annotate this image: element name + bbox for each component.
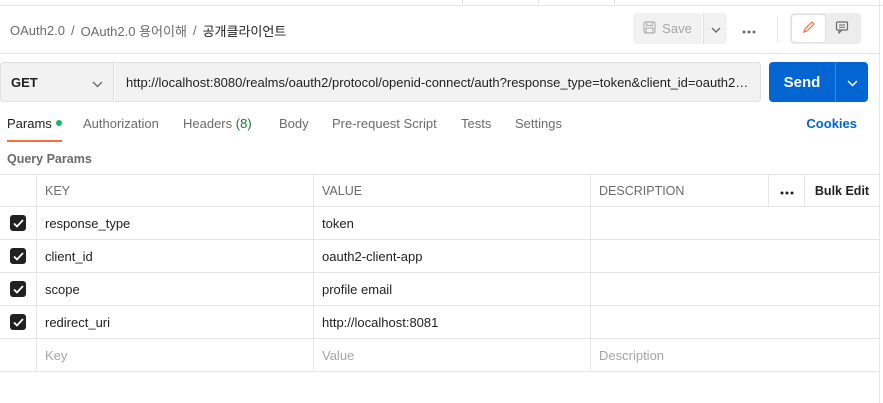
breadcrumb-item[interactable]: OAuth2.0	[10, 23, 65, 38]
headers-count: (8)	[235, 116, 252, 131]
param-description[interactable]	[591, 240, 879, 272]
send-button[interactable]: Send	[769, 62, 835, 102]
tab-tests[interactable]: Tests	[461, 116, 491, 142]
active-indicator	[55, 120, 62, 126]
breadcrumb-separator: /	[192, 23, 197, 38]
chevron-down-icon	[711, 21, 721, 36]
request-tabs: Params Authorization Headers (8) Body Pr…	[0, 116, 879, 142]
checkbox-checked-icon[interactable]	[10, 248, 26, 264]
param-description[interactable]	[591, 273, 879, 305]
table-row: redirect_uri http://localhost:8081	[0, 306, 879, 339]
table-row: response_type token	[0, 207, 879, 240]
row-check-cell	[0, 240, 37, 272]
param-value[interactable]: oauth2-client-app	[314, 240, 591, 272]
more-icon	[780, 184, 794, 198]
column-options-button[interactable]	[769, 175, 805, 207]
tab-authorization[interactable]: Authorization	[83, 116, 159, 142]
chevron-down-icon	[846, 75, 858, 90]
query-params-title: Query Params	[7, 152, 92, 166]
breadcrumb-separator: /	[70, 23, 75, 38]
more-icon	[742, 22, 756, 37]
tab-label: Body	[279, 116, 309, 131]
tab-body[interactable]: Body	[279, 116, 309, 142]
table-row: client_id oauth2-client-app	[0, 240, 879, 273]
tab-params[interactable]: Params	[7, 116, 62, 142]
breadcrumb: OAuth2.0 / OAuth2.0 용어이해 / 공개클라이언트	[10, 21, 286, 40]
chevron-down-icon	[92, 76, 103, 91]
header-check-cell	[0, 175, 37, 207]
param-key[interactable]: response_type	[37, 207, 314, 239]
breadcrumb-current[interactable]: 공개클라이언트	[203, 21, 287, 40]
param-description[interactable]	[591, 207, 879, 239]
checkbox-checked-icon[interactable]	[10, 314, 26, 330]
param-value[interactable]: token	[314, 207, 591, 239]
tab-settings[interactable]: Settings	[515, 116, 562, 142]
save-label: Save	[662, 21, 692, 36]
save-group: Save	[633, 13, 727, 44]
breadcrumb-item[interactable]: OAuth2.0 용어이해	[81, 21, 187, 40]
checkbox-checked-icon[interactable]	[10, 281, 26, 297]
row-check-cell	[0, 339, 37, 371]
param-value[interactable]: profile email	[314, 273, 591, 305]
url-text: http://localhost:8080/realms/oauth2/prot…	[126, 74, 750, 90]
row-check-cell	[0, 306, 37, 338]
method-select[interactable]: GET	[0, 62, 114, 102]
view-mode-toggle	[790, 13, 861, 44]
send-options-button[interactable]	[835, 62, 868, 102]
comment-icon	[835, 20, 849, 37]
row-check-cell	[0, 273, 37, 305]
tab-label: Settings	[515, 116, 562, 131]
table-row: scope profile email	[0, 273, 879, 306]
column-header-value: VALUE	[314, 175, 591, 207]
url-input[interactable]: http://localhost:8080/realms/oauth2/prot…	[115, 62, 761, 102]
tab-headers[interactable]: Headers (8)	[183, 116, 252, 142]
param-key[interactable]: client_id	[37, 240, 314, 272]
param-description[interactable]	[591, 306, 879, 338]
query-params-table: KEY VALUE DESCRIPTION Bulk Edit response…	[0, 174, 879, 372]
edit-mode-button[interactable]	[792, 15, 825, 42]
column-header-description: DESCRIPTION	[591, 175, 769, 207]
new-value-input[interactable]: Value	[314, 339, 591, 371]
param-key[interactable]: scope	[37, 273, 314, 305]
divider	[777, 16, 778, 42]
new-description-input[interactable]: Description	[591, 339, 879, 371]
new-key-input[interactable]: Key	[37, 339, 314, 371]
table-row-new: Key Value Description	[0, 339, 879, 372]
cookies-link[interactable]: Cookies	[806, 116, 857, 131]
param-key[interactable]: redirect_uri	[37, 306, 314, 338]
column-header-key: KEY	[37, 175, 314, 207]
checkbox-checked-icon[interactable]	[10, 215, 26, 231]
save-options-button[interactable]	[703, 13, 727, 44]
tab-label: Params	[7, 116, 52, 131]
request-header: OAuth2.0 / OAuth2.0 용어이해 / 공개클라이언트 Save	[0, 6, 879, 54]
more-options-button[interactable]	[738, 20, 760, 38]
bulk-edit-button[interactable]: Bulk Edit	[805, 175, 879, 207]
table-header: KEY VALUE DESCRIPTION Bulk Edit	[0, 174, 879, 207]
method-label: GET	[11, 74, 38, 90]
save-icon	[643, 20, 656, 37]
tab-label: Headers	[183, 116, 233, 131]
tab-label: Authorization	[83, 116, 159, 131]
tab-label: Pre-request Script	[332, 116, 437, 131]
tab-pre-request-script[interactable]: Pre-request Script	[332, 116, 437, 142]
send-group: Send	[769, 62, 868, 102]
comments-button[interactable]	[825, 15, 858, 42]
param-value[interactable]: http://localhost:8081	[314, 306, 591, 338]
row-check-cell	[0, 207, 37, 239]
right-edge	[879, 0, 883, 403]
edit-icon	[802, 20, 816, 37]
tab-label: Tests	[461, 116, 492, 131]
save-button[interactable]: Save	[633, 13, 702, 44]
